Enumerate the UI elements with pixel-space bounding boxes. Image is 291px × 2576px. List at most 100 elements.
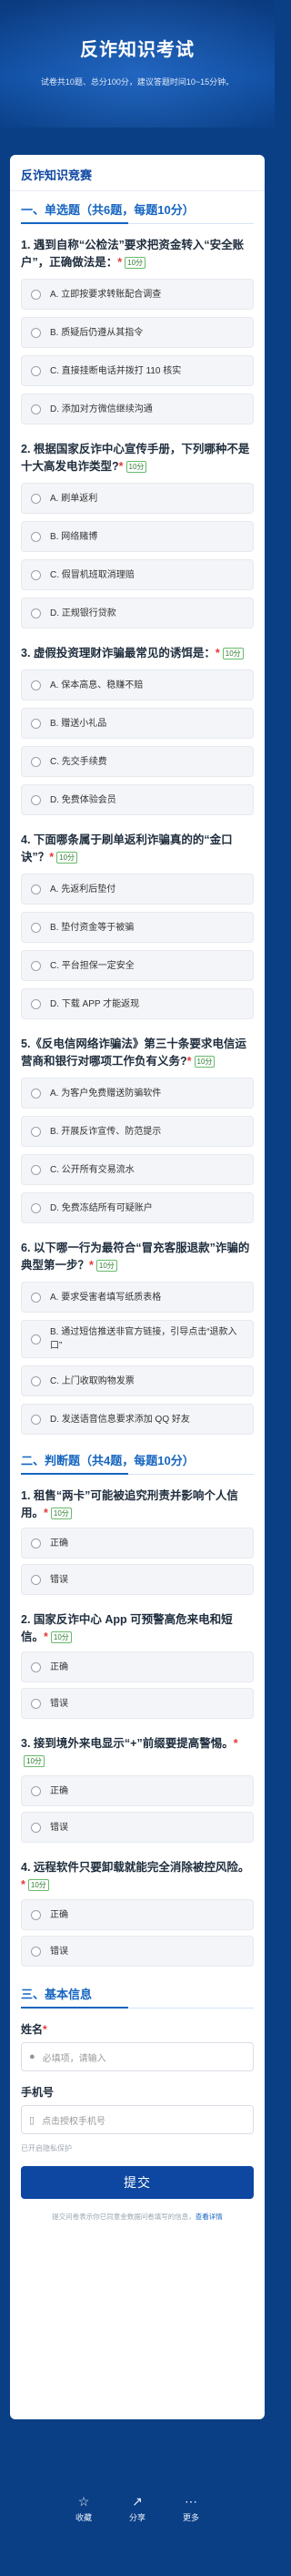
radio-button-icon[interactable] xyxy=(31,1909,41,1920)
radio-button-icon[interactable] xyxy=(31,680,41,690)
answer-option[interactable]: B. 通过短信推送非官方链接，引导点击“退款入口” xyxy=(21,1320,254,1358)
answer-option[interactable]: A. 先返利后垫付 xyxy=(21,874,254,905)
phone-authorize-button[interactable]: ▯ 点击授权手机号 xyxy=(21,2105,254,2134)
question-text: 4. 远程软件只要卸载就能完全消除被控风险。 xyxy=(21,1861,250,1874)
answer-option[interactable]: 正确 xyxy=(21,1899,254,1930)
nav-more[interactable]: ⋯ 更多 xyxy=(173,2494,209,2523)
answer-option[interactable]: A. 要求受害者填写纸质表格 xyxy=(21,1282,254,1313)
score-badge: 10分 xyxy=(222,648,244,660)
required-mark: * xyxy=(44,1507,48,1519)
answer-option[interactable]: D. 免费冻结所有可疑账户 xyxy=(21,1192,254,1223)
radio-button-icon[interactable] xyxy=(31,608,41,618)
nav-favorite[interactable]: ☆ 收藏 xyxy=(65,2494,102,2523)
option-label: D. 添加对方微信继续沟通 xyxy=(50,404,153,414)
answer-option[interactable]: D. 正规银行贷款 xyxy=(21,598,254,629)
required-mark: * xyxy=(89,1259,94,1272)
radio-button-icon[interactable] xyxy=(31,289,41,300)
option-label: D. 免费冻结所有可疑账户 xyxy=(50,1202,153,1213)
answer-option[interactable]: A. 保本高息、稳赚不赔 xyxy=(21,670,254,700)
answer-option[interactable]: D. 免费体验会员 xyxy=(21,784,254,815)
radio-button-icon[interactable] xyxy=(31,531,41,542)
radio-button-icon[interactable] xyxy=(31,1538,41,1549)
radio-button-icon[interactable] xyxy=(31,1661,41,1672)
answer-option[interactable]: B. 网络赌博 xyxy=(21,521,254,552)
option-label: B. 质疑后仍遵从其指令 xyxy=(50,327,144,338)
answer-option[interactable]: 错误 xyxy=(21,1812,254,1843)
radio-button-icon[interactable] xyxy=(31,569,41,580)
required-mark: * xyxy=(44,1630,48,1643)
answer-option[interactable]: 错误 xyxy=(21,1564,254,1595)
answer-option[interactable]: B. 赠送小礼品 xyxy=(21,708,254,739)
name-label: 姓名* xyxy=(10,2009,265,2042)
answer-option[interactable]: 正确 xyxy=(21,1651,254,1682)
footer-details-link[interactable]: 查看详情 xyxy=(196,2213,223,2221)
option-label: D. 免费体验会员 xyxy=(50,794,116,805)
footer-note-text: 提交问卷表示你已同意金数据问卷填写的信息， xyxy=(52,2213,196,2221)
radio-button-icon[interactable] xyxy=(31,1574,41,1585)
answer-option[interactable]: A. 刷单返利 xyxy=(21,483,254,514)
answer-option[interactable]: D. 添加对方微信继续沟通 xyxy=(21,394,254,424)
form-card: 反诈知识竞赛 一、单选题（共6题，每题10分） 1. 遇到自称“公检法”要求把资… xyxy=(10,155,265,2419)
radio-button-icon[interactable] xyxy=(31,327,41,338)
radio-button-icon[interactable] xyxy=(31,756,41,767)
score-badge: 10分 xyxy=(50,1631,72,1644)
radio-button-icon[interactable] xyxy=(31,404,41,414)
radio-button-icon[interactable] xyxy=(31,960,41,971)
radio-button-icon[interactable] xyxy=(31,1785,41,1796)
option-label: D. 发送语音信息要求添加 QQ 好友 xyxy=(50,1414,190,1425)
answer-option[interactable]: B. 垫付资金等于被骗 xyxy=(21,912,254,943)
answer-option[interactable]: C. 上门收取购物发票 xyxy=(21,1365,254,1396)
required-mark: * xyxy=(186,1055,192,1068)
required-mark: * xyxy=(117,256,123,269)
submit-button[interactable]: 提交 xyxy=(21,2166,254,2199)
phone-placeholder: 点击授权手机号 xyxy=(42,2116,106,2127)
radio-button-icon[interactable] xyxy=(31,1088,41,1099)
radio-button-icon[interactable] xyxy=(31,493,41,504)
answer-option[interactable]: 正确 xyxy=(21,1775,254,1806)
radio-button-icon[interactable] xyxy=(31,1126,41,1137)
radio-button-icon[interactable] xyxy=(31,1375,41,1386)
option-label: C. 公开所有交易流水 xyxy=(50,1164,135,1175)
radio-button-icon[interactable] xyxy=(31,1822,41,1833)
radio-button-icon[interactable] xyxy=(31,1946,41,1957)
name-input[interactable]: ● 必填项，请输入 xyxy=(21,2042,254,2071)
radio-button-icon[interactable] xyxy=(31,365,41,376)
answer-option[interactable]: C. 假冒机班取消理赔 xyxy=(21,559,254,590)
radio-button-icon[interactable] xyxy=(31,884,41,894)
question-title: 2. 国家反诈中心 App 可预警高危来电和短信。* 10分 xyxy=(21,1611,254,1646)
footer-note: 提交问卷表示你已同意金数据问卷填写的信息，查看详情 xyxy=(10,2199,265,2222)
radio-button-icon[interactable] xyxy=(31,1164,41,1175)
required-mark: * xyxy=(21,1878,25,1891)
answer-option[interactable]: 正确 xyxy=(21,1528,254,1559)
radio-button-icon[interactable] xyxy=(31,1202,41,1213)
answer-option[interactable]: 错误 xyxy=(21,1688,254,1719)
answer-option[interactable]: A. 立即按要求转账配合调查 xyxy=(21,279,254,310)
radio-button-icon[interactable] xyxy=(31,794,41,805)
radio-button-icon[interactable] xyxy=(31,1334,41,1344)
required-mark: * xyxy=(49,851,55,864)
answer-option[interactable]: B. 开展反诈宣传、防范提示 xyxy=(21,1116,254,1147)
radio-button-icon[interactable] xyxy=(31,718,41,729)
answer-option[interactable]: D. 发送语音信息要求添加 QQ 好友 xyxy=(21,1404,254,1435)
privacy-note: 已开启隐私保护 xyxy=(21,2144,72,2152)
radio-button-icon[interactable] xyxy=(31,1698,41,1709)
answer-option[interactable]: C. 直接挂断电话并拨打 110 核实 xyxy=(21,355,254,386)
answer-option[interactable]: 错误 xyxy=(21,1936,254,1967)
answer-option[interactable]: C. 公开所有交易流水 xyxy=(21,1154,254,1185)
question-text: 6. 以下哪一行为最符合“冒充客服退款”诈骗的典型第一步？ xyxy=(21,1242,250,1272)
answer-option[interactable]: A. 为客户免费赠送防骗软件 xyxy=(21,1078,254,1109)
nav-share[interactable]: ↗ 分享 xyxy=(119,2494,156,2523)
page-header: 反诈知识考试 试卷共10题、总分100分，建议答题时间10~15分钟。 xyxy=(0,0,275,128)
score-badge: 10分 xyxy=(56,852,78,864)
question-text: 3. 接到境外来电显示“+”前缀要提高警惕。 xyxy=(21,1737,234,1750)
radio-button-icon[interactable] xyxy=(31,1414,41,1425)
required-mark: * xyxy=(233,1737,238,1750)
radio-button-icon[interactable] xyxy=(31,1292,41,1303)
answer-option[interactable]: B. 质疑后仍遵从其指令 xyxy=(21,317,254,348)
answer-option[interactable]: D. 下载 APP 才能返现 xyxy=(21,988,254,1019)
radio-button-icon[interactable] xyxy=(31,998,41,1009)
answer-option[interactable]: C. 先交手续费 xyxy=(21,746,254,777)
option-label: A. 立即按要求转账配合调查 xyxy=(50,289,162,300)
answer-option[interactable]: C. 平台担保一定安全 xyxy=(21,950,254,981)
radio-button-icon[interactable] xyxy=(31,922,41,933)
